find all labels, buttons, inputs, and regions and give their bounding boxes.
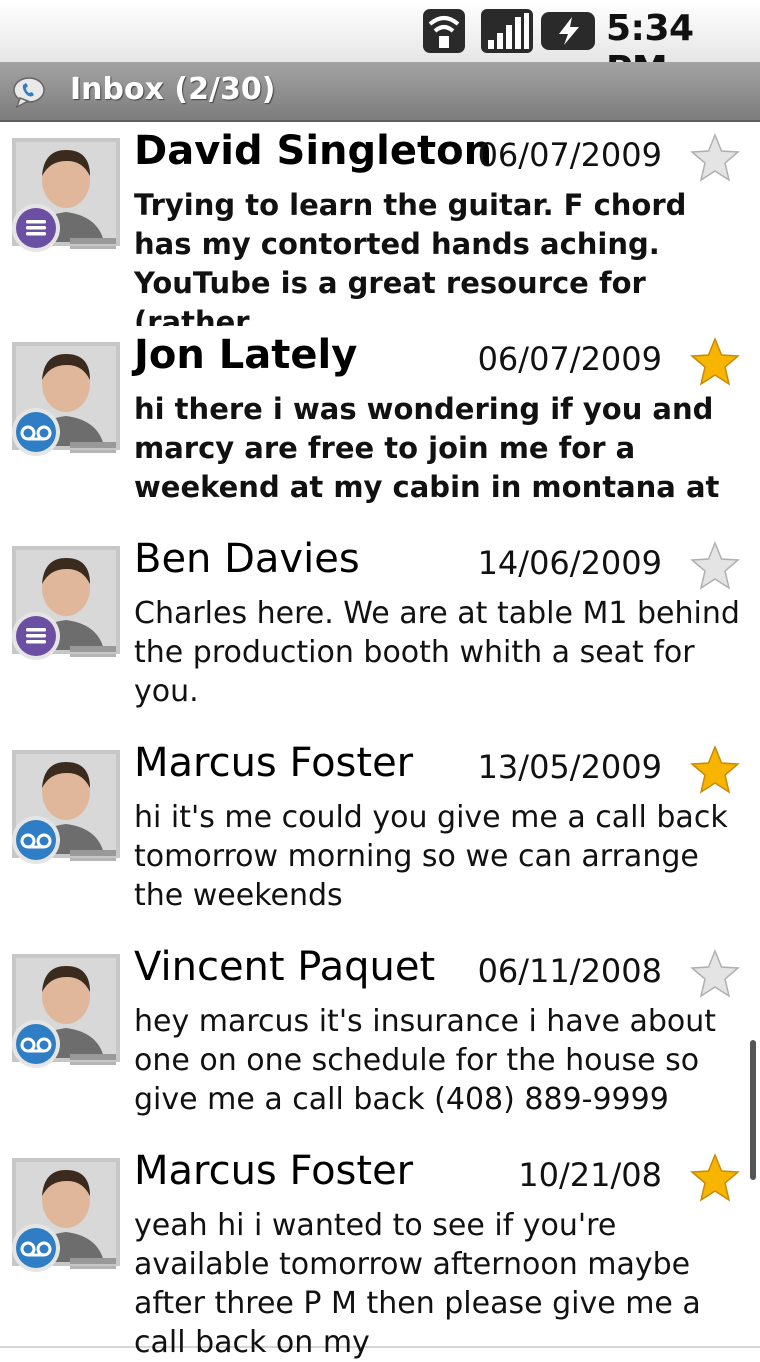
star-icon[interactable] (688, 744, 742, 796)
contact-name: Vincent Paquet (134, 944, 436, 990)
message-row[interactable]: Ben Davies 14/06/2009 Charles here. We a… (0, 530, 760, 736)
contact-name: Marcus Foster (134, 1148, 414, 1194)
star-icon[interactable] (688, 132, 742, 184)
contact-name: Ben Davies (134, 536, 360, 582)
star-icon[interactable] (688, 540, 742, 592)
contact-photo[interactable] (8, 136, 124, 256)
battery-charging-icon (541, 12, 595, 50)
message-snippet: hi there i was wondering if you and marc… (134, 392, 720, 504)
message-row[interactable]: David Singleton 06/07/2009 Trying to lea… (0, 122, 760, 339)
contact-photo[interactable] (8, 952, 124, 1072)
sms-icon (12, 204, 60, 252)
scrollbar[interactable] (750, 1040, 756, 1180)
message-date: 10/21/08 (518, 1156, 662, 1194)
message-row[interactable]: Marcus Foster 10/21/08 yeah hi i wanted … (0, 1142, 760, 1360)
contact-photo[interactable] (8, 544, 124, 664)
message-snippet: Trying to learn the guitar. F chord has … (134, 188, 687, 339)
voicemail-icon (12, 1224, 60, 1272)
contact-photo[interactable] (8, 748, 124, 868)
wifi-icon (423, 9, 465, 53)
status-bar: 5:34 PM (0, 0, 760, 90)
message-snippet: hi it's me could you give me a call back… (134, 800, 728, 913)
star-icon[interactable] (688, 1152, 742, 1204)
contact-photo[interactable] (8, 340, 124, 460)
sms-icon (12, 612, 60, 660)
message-row[interactable]: Vincent Paquet 06/11/2008 hey marcus it'… (0, 938, 760, 1144)
message-date: 06/11/2008 (477, 952, 662, 990)
message-snippet: Charles here. We are at table M1 behind … (134, 596, 740, 709)
message-row[interactable]: Marcus Foster 13/05/2009 hi it's me coul… (0, 734, 760, 940)
message-date: 06/07/2009 (477, 136, 662, 174)
contact-photo[interactable] (8, 1156, 124, 1276)
message-snippet: hey marcus it's insurance i have about o… (134, 1004, 717, 1117)
star-icon[interactable] (688, 336, 742, 388)
message-date: 13/05/2009 (477, 748, 662, 786)
star-icon[interactable] (688, 948, 742, 1000)
title-bar: Inbox (2/30) (0, 62, 760, 122)
voicemail-icon (12, 408, 60, 456)
message-row[interactable]: Jon Lately 06/07/2009 hi there i was won… (0, 326, 760, 532)
contact-name: David Singleton (134, 128, 493, 174)
message-date: 14/06/2009 (477, 544, 662, 582)
message-snippet: yeah hi i wanted to see if you're availa… (134, 1208, 701, 1360)
voicemail-icon (12, 1020, 60, 1068)
signal-icon (481, 9, 533, 53)
voice-bubble-icon (13, 77, 45, 108)
contact-name: Jon Lately (134, 332, 358, 378)
contact-name: Marcus Foster (134, 740, 414, 786)
message-list: David Singleton 06/07/2009 Trying to lea… (0, 122, 760, 1360)
voicemail-icon (12, 816, 60, 864)
inbox-title: Inbox (2/30) (70, 72, 276, 107)
message-date: 06/07/2009 (477, 340, 662, 378)
